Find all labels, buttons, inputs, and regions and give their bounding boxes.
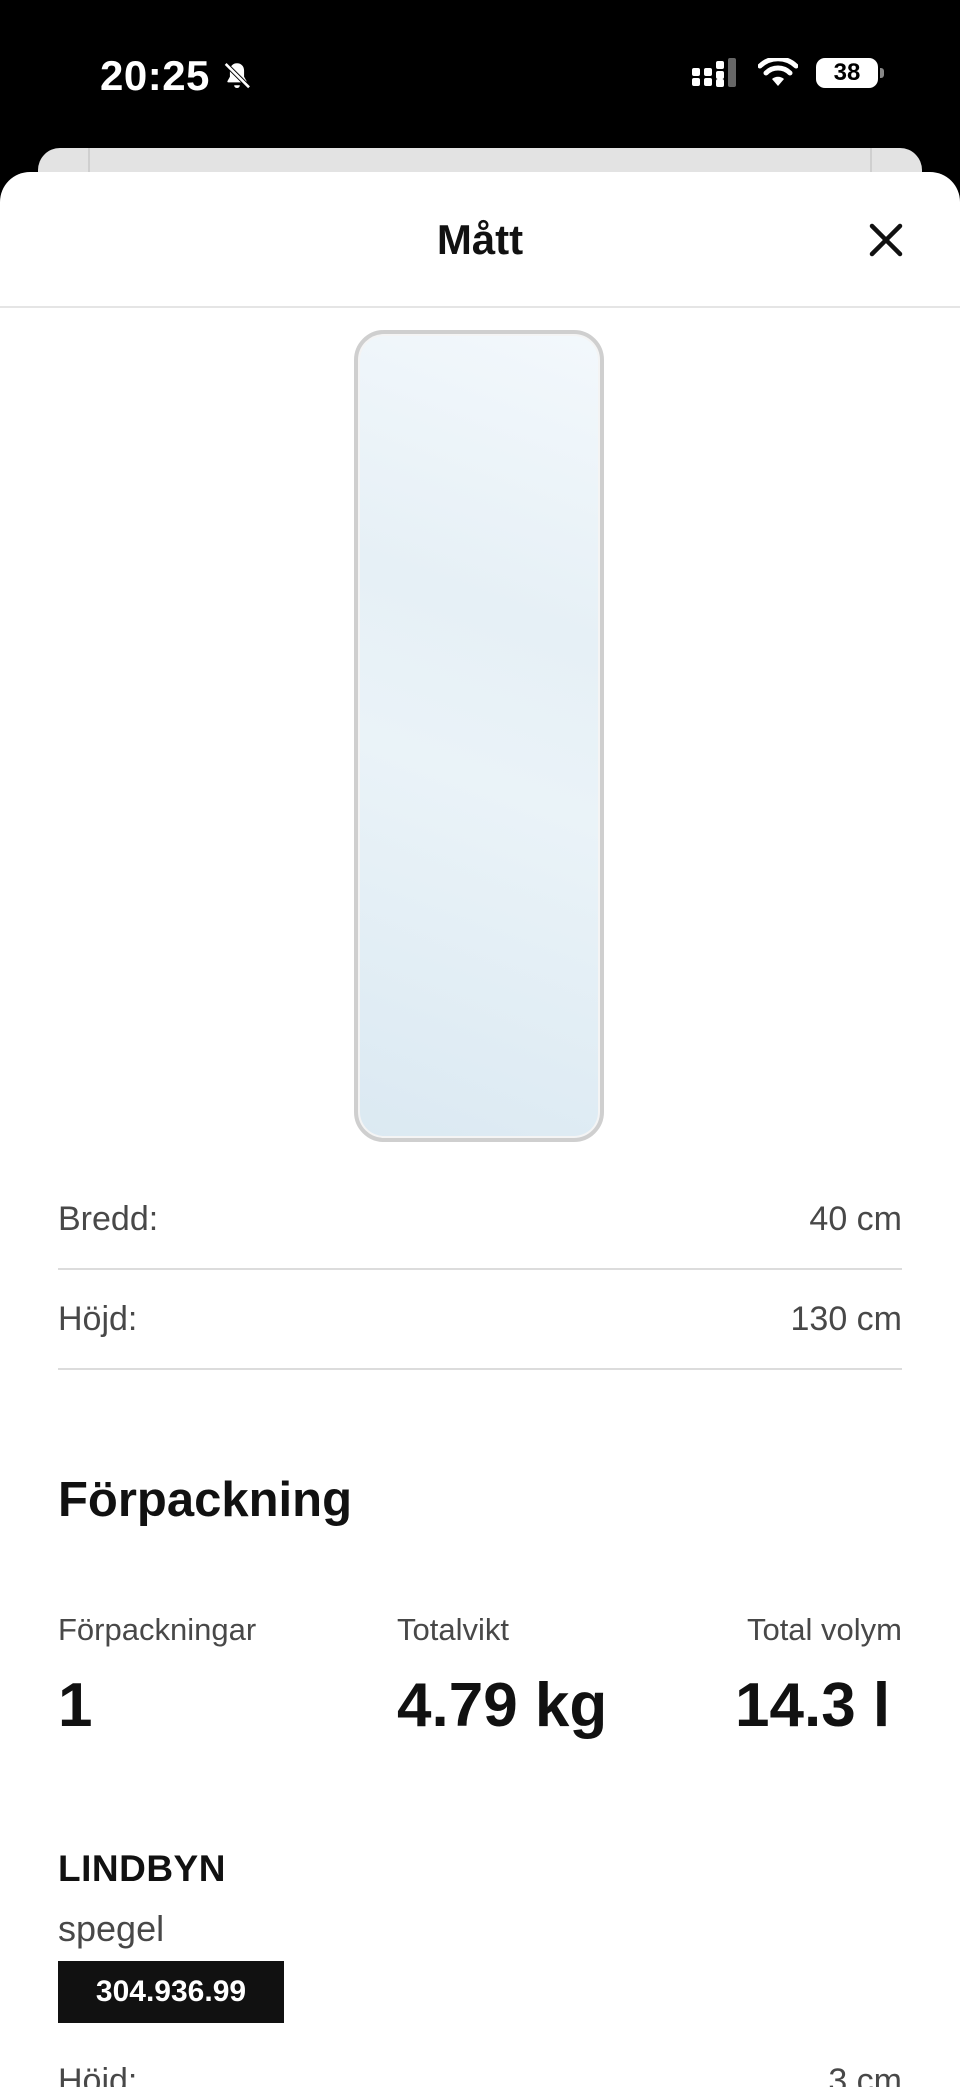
battery-icon: 38 [816,58,884,88]
package-dimension-row: Höjd: 3 cm [58,2062,902,2087]
mirror-illustration [354,330,604,1142]
bell-off-icon [223,62,251,89]
close-button[interactable] [862,216,910,264]
stat-label-weight: Totalvikt [397,1612,509,1647]
dimension-label: Höjd: [58,2062,138,2087]
dimension-value: 130 cm [790,1299,903,1338]
dimension-row-height: Höjd: 130 cm [58,1270,902,1370]
product-type: spegel [58,1908,165,1949]
product-name: LINDBYN [58,1848,226,1889]
signal-icon [692,58,736,87]
dimensions-sheet: Mått Bredd: 40 cm Höjd: 130 cm Förpackni… [0,172,960,2087]
stat-value-packages: 1 [58,1671,93,1740]
article-number-badge: 304.936.99 [58,1961,284,2023]
close-icon [869,223,903,257]
status-icons: 38 [692,58,884,88]
packaging-title: Förpackning [58,1473,353,1527]
dimension-value: 3 cm [828,2062,902,2087]
stat-label-packages: Förpackningar [58,1612,257,1647]
stat-value-volume: 14.3 l [735,1671,891,1740]
wifi-icon [758,58,798,86]
stat-label-volume: Total volym [746,1612,902,1647]
sheet-header: Mått [0,172,960,308]
dimension-label: Höjd: [58,1299,138,1338]
product-image [354,330,604,1142]
status-time: 20:25 [100,52,254,100]
dimension-label: Bredd: [58,1199,159,1238]
dimension-row-width: Bredd: 40 cm [58,1170,902,1270]
sheet-title: Mått [436,216,524,263]
status-bar: 20:25 38 [0,0,960,150]
stat-value-weight: 4.79 kg [397,1671,608,1740]
dimension-value: 40 cm [809,1199,902,1238]
clock-text: 20:25 [100,52,210,99]
